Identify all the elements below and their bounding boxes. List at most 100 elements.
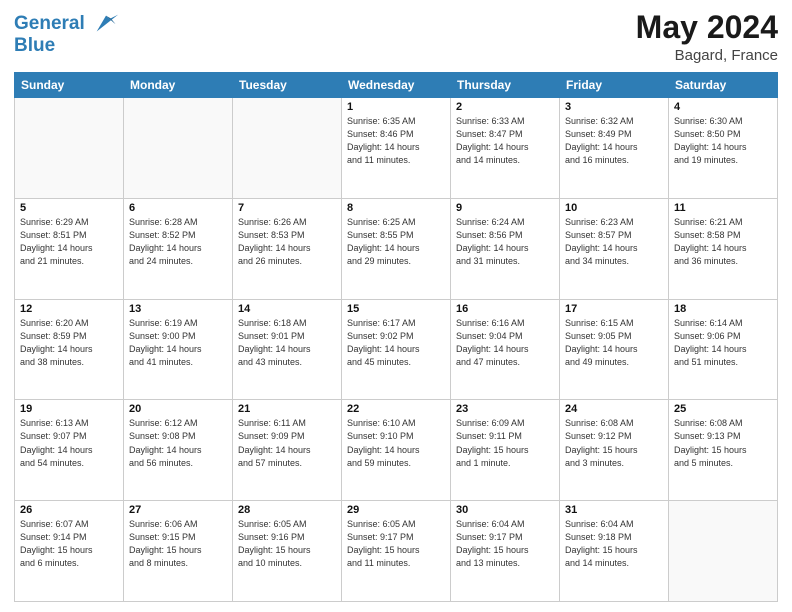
day-info: Sunrise: 6:08 AM Sunset: 9:13 PM Dayligh… — [674, 417, 772, 469]
calendar-cell: 21 Sunrise: 6:11 AM Sunset: 9:09 PM Dayli… — [233, 400, 342, 501]
day-info: Sunrise: 6:15 AM Sunset: 9:05 PM Dayligh… — [565, 317, 663, 369]
day-number: 11 — [674, 202, 772, 214]
day-info: Sunrise: 6:07 AM Sunset: 9:14 PM Dayligh… — [20, 518, 118, 570]
day-info: Sunrise: 6:04 AM Sunset: 9:18 PM Dayligh… — [565, 518, 663, 570]
calendar-cell: 4 Sunrise: 6:30 AM Sunset: 8:50 PM Daylig… — [669, 98, 778, 199]
calendar-cell: 26 Sunrise: 6:07 AM Sunset: 9:14 PM Dayli… — [15, 501, 124, 602]
day-number: 7 — [238, 202, 336, 214]
calendar-cell: 12 Sunrise: 6:20 AM Sunset: 8:59 PM Dayli… — [15, 299, 124, 400]
day-info: Sunrise: 6:08 AM Sunset: 9:12 PM Dayligh… — [565, 417, 663, 469]
day-number: 27 — [129, 504, 227, 516]
day-info: Sunrise: 6:09 AM Sunset: 9:11 PM Dayligh… — [456, 417, 554, 469]
subtitle: Bagard, France — [636, 47, 778, 64]
day-number: 21 — [238, 403, 336, 415]
calendar-cell: 30Sunrise: 6:04 AM Sunset: 9:17 PM Dayli… — [451, 501, 560, 602]
logo-blue: Blue — [14, 36, 120, 56]
day-number: 20 — [129, 403, 227, 415]
calendar-cell: 28 Sunrise: 6:05 AM Sunset: 9:16 PM Dayli… — [233, 501, 342, 602]
calendar-day-header: Tuesday — [233, 73, 342, 98]
day-number: 22 — [347, 403, 445, 415]
calendar-cell: 31 Sunrise: 6:04 AM Sunset: 9:18 PM Dayli… — [560, 501, 669, 602]
calendar-cell: 13Sunrise: 6:19 AM Sunset: 9:00 PM Dayli… — [124, 299, 233, 400]
calendar-cell: 20 Sunrise: 6:12 AM Sunset: 9:08 PM Dayli… — [124, 400, 233, 501]
day-info: Sunrise: 6:26 AM Sunset: 8:53 PM Dayligh… — [238, 216, 336, 268]
calendar-cell: 25 Sunrise: 6:08 AM Sunset: 9:13 PM Dayli… — [669, 400, 778, 501]
calendar-header-row: SundayMondayTuesdayWednesdayThursdayFrid… — [15, 73, 778, 98]
calendar-cell: 19Sunrise: 6:13 AM Sunset: 9:07 PM Dayli… — [15, 400, 124, 501]
day-info: Sunrise: 6:32 AM Sunset: 8:49 PM Dayligh… — [565, 115, 663, 167]
calendar-cell: 16 Sunrise: 6:16 AM Sunset: 9:04 PM Dayli… — [451, 299, 560, 400]
main-title: May 2024 — [636, 10, 778, 45]
calendar-cell: 5Sunrise: 6:29 AM Sunset: 8:51 PM Daylig… — [15, 198, 124, 299]
calendar-cell: 29 Sunrise: 6:05 AM Sunset: 9:17 PM Dayli… — [342, 501, 451, 602]
day-number: 28 — [238, 504, 336, 516]
day-info: Sunrise: 6:18 AM Sunset: 9:01 PM Dayligh… — [238, 317, 336, 369]
day-number: 3 — [565, 101, 663, 113]
day-number: 15 — [347, 303, 445, 315]
day-info: Sunrise: 6:13 AM Sunset: 9:07 PM Dayligh… — [20, 417, 118, 469]
calendar-cell: 11 Sunrise: 6:21 AM Sunset: 8:58 PM Dayli… — [669, 198, 778, 299]
calendar-day-header: Sunday — [15, 73, 124, 98]
day-number: 9 — [456, 202, 554, 214]
day-number: 25 — [674, 403, 772, 415]
calendar-day-header: Monday — [124, 73, 233, 98]
calendar-cell — [15, 98, 124, 199]
day-info: Sunrise: 6:05 AM Sunset: 9:16 PM Dayligh… — [238, 518, 336, 570]
logo: General Blue — [14, 10, 120, 56]
day-info: Sunrise: 6:23 AM Sunset: 8:57 PM Dayligh… — [565, 216, 663, 268]
calendar-cell — [233, 98, 342, 199]
calendar-week-row: 19Sunrise: 6:13 AM Sunset: 9:07 PM Dayli… — [15, 400, 778, 501]
day-number: 13 — [129, 303, 227, 315]
day-info: Sunrise: 6:35 AM Sunset: 8:46 PM Dayligh… — [347, 115, 445, 167]
day-info: Sunrise: 6:14 AM Sunset: 9:06 PM Dayligh… — [674, 317, 772, 369]
calendar-cell: 10 Sunrise: 6:23 AM Sunset: 8:57 PM Dayli… — [560, 198, 669, 299]
day-info: Sunrise: 6:05 AM Sunset: 9:17 PM Dayligh… — [347, 518, 445, 570]
day-number: 18 — [674, 303, 772, 315]
day-info: Sunrise: 6:12 AM Sunset: 9:08 PM Dayligh… — [129, 417, 227, 469]
day-info: Sunrise: 6:24 AM Sunset: 8:56 PM Dayligh… — [456, 216, 554, 268]
calendar-cell: 3 Sunrise: 6:32 AM Sunset: 8:49 PM Daylig… — [560, 98, 669, 199]
calendar-cell: 6Sunrise: 6:28 AM Sunset: 8:52 PM Daylig… — [124, 198, 233, 299]
calendar-day-header: Saturday — [669, 73, 778, 98]
calendar-week-row: 26 Sunrise: 6:07 AM Sunset: 9:14 PM Dayli… — [15, 501, 778, 602]
calendar-cell: 23 Sunrise: 6:09 AM Sunset: 9:11 PM Dayli… — [451, 400, 560, 501]
calendar-cell: 2Sunrise: 6:33 AM Sunset: 8:47 PM Daylig… — [451, 98, 560, 199]
day-info: Sunrise: 6:17 AM Sunset: 9:02 PM Dayligh… — [347, 317, 445, 369]
calendar-cell: 22Sunrise: 6:10 AM Sunset: 9:10 PM Dayli… — [342, 400, 451, 501]
calendar-cell: 1Sunrise: 6:35 AM Sunset: 8:46 PM Daylig… — [342, 98, 451, 199]
day-number: 2 — [456, 101, 554, 113]
day-number: 31 — [565, 504, 663, 516]
day-info: Sunrise: 6:25 AM Sunset: 8:55 PM Dayligh… — [347, 216, 445, 268]
calendar-cell: 18 Sunrise: 6:14 AM Sunset: 9:06 PM Dayli… — [669, 299, 778, 400]
calendar-week-row: 12 Sunrise: 6:20 AM Sunset: 8:59 PM Dayli… — [15, 299, 778, 400]
day-number: 29 — [347, 504, 445, 516]
day-number: 10 — [565, 202, 663, 214]
day-info: Sunrise: 6:06 AM Sunset: 9:15 PM Dayligh… — [129, 518, 227, 570]
calendar-day-header: Thursday — [451, 73, 560, 98]
calendar-cell: 14 Sunrise: 6:18 AM Sunset: 9:01 PM Dayli… — [233, 299, 342, 400]
day-number: 30 — [456, 504, 554, 516]
calendar-cell: 9 Sunrise: 6:24 AM Sunset: 8:56 PM Daylig… — [451, 198, 560, 299]
day-info: Sunrise: 6:11 AM Sunset: 9:09 PM Dayligh… — [238, 417, 336, 469]
calendar-cell: 15 Sunrise: 6:17 AM Sunset: 9:02 PM Dayli… — [342, 299, 451, 400]
calendar-cell: 7 Sunrise: 6:26 AM Sunset: 8:53 PM Daylig… — [233, 198, 342, 299]
day-info: Sunrise: 6:21 AM Sunset: 8:58 PM Dayligh… — [674, 216, 772, 268]
calendar-week-row: 1Sunrise: 6:35 AM Sunset: 8:46 PM Daylig… — [15, 98, 778, 199]
calendar-cell — [669, 501, 778, 602]
day-info: Sunrise: 6:16 AM Sunset: 9:04 PM Dayligh… — [456, 317, 554, 369]
day-number: 24 — [565, 403, 663, 415]
day-number: 16 — [456, 303, 554, 315]
day-number: 26 — [20, 504, 118, 516]
calendar-cell: 17Sunrise: 6:15 AM Sunset: 9:05 PM Dayli… — [560, 299, 669, 400]
day-info: Sunrise: 6:20 AM Sunset: 8:59 PM Dayligh… — [20, 317, 118, 369]
calendar-table: SundayMondayTuesdayWednesdayThursdayFrid… — [14, 72, 778, 602]
day-info: Sunrise: 6:28 AM Sunset: 8:52 PM Dayligh… — [129, 216, 227, 268]
day-number: 14 — [238, 303, 336, 315]
day-number: 12 — [20, 303, 118, 315]
header: General Blue May 2024 Bagard, France — [14, 10, 778, 64]
day-number: 23 — [456, 403, 554, 415]
calendar-week-row: 5Sunrise: 6:29 AM Sunset: 8:51 PM Daylig… — [15, 198, 778, 299]
calendar-cell: 24 Sunrise: 6:08 AM Sunset: 9:12 PM Dayli… — [560, 400, 669, 501]
day-info: Sunrise: 6:30 AM Sunset: 8:50 PM Dayligh… — [674, 115, 772, 167]
day-number: 4 — [674, 101, 772, 113]
